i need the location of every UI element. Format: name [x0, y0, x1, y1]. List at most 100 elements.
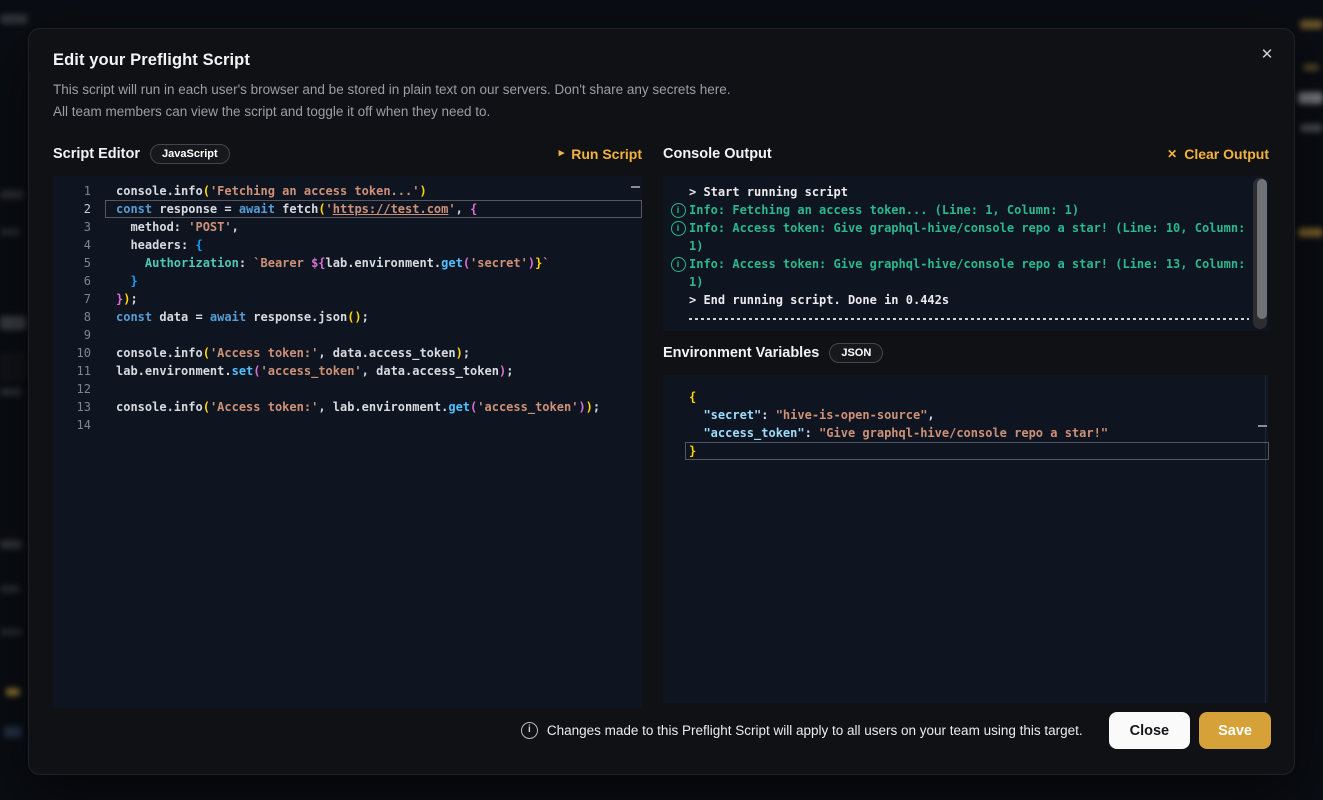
backdrop-artifact: [1298, 228, 1323, 237]
code-line[interactable]: 10console.info('Access token:', data.acc…: [53, 344, 642, 362]
line-number: [663, 442, 685, 460]
script-editor-header: Script Editor JavaScript ▸ Run Script: [53, 139, 642, 168]
backdrop-artifact: [0, 14, 28, 24]
modal-body: Script Editor JavaScript ▸ Run Script 1c…: [53, 139, 1269, 708]
code-text: const data = await response.json();: [105, 308, 642, 326]
code-line[interactable]: 5 Authorization: `Bearer ${lab.environme…: [53, 254, 642, 272]
code-line[interactable]: 11lab.environment.set('access_token', da…: [53, 362, 642, 380]
console-entry-text: Info: Fetching an access token... (Line:…: [689, 201, 1251, 219]
console-entry: [667, 309, 1251, 320]
code-line[interactable]: 6 }: [53, 272, 642, 290]
line-number: 2: [53, 200, 105, 218]
console-header: Console Output ✕ Clear Output: [663, 139, 1269, 168]
code-text: console.info('Access token:', data.acces…: [105, 344, 642, 362]
backdrop-artifact: [4, 726, 22, 738]
console-entry-text: > Start running script: [689, 183, 1251, 201]
run-script-button[interactable]: ▸ Run Script: [559, 146, 642, 162]
info-icon: i: [667, 201, 689, 219]
code-line[interactable]: 4 headers: {: [53, 236, 642, 254]
line-number: 10: [53, 344, 105, 362]
line-number: 6: [53, 272, 105, 290]
code-text: }: [105, 272, 642, 290]
code-line[interactable]: "access_token": "Give graphql-hive/conso…: [663, 424, 1269, 442]
info-icon: i: [521, 722, 538, 739]
info-circle-icon: i: [671, 257, 686, 272]
backdrop-artifact: [1303, 64, 1319, 71]
code-text: headers: {: [105, 236, 642, 254]
console-entries: > Start running scriptiInfo: Fetching an…: [667, 183, 1251, 320]
console-entry-text: Info: Access token: Give graphql-hive/co…: [689, 219, 1251, 255]
info-icon: i: [667, 219, 689, 255]
close-icon[interactable]: ✕: [1254, 41, 1280, 67]
line-number: 3: [53, 218, 105, 236]
code-text: });: [105, 290, 642, 308]
backdrop-artifact: [0, 316, 26, 330]
run-script-label: Run Script: [571, 146, 642, 162]
info-circle-icon: i: [671, 203, 686, 218]
modal-footer: i Changes made to this Preflight Script …: [53, 712, 1271, 749]
save-button[interactable]: Save: [1199, 712, 1271, 749]
code-line[interactable]: {: [663, 388, 1269, 406]
backdrop-artifact: [6, 688, 20, 696]
code-line[interactable]: }: [663, 442, 1269, 460]
code-line[interactable]: 8const data = await response.json();: [53, 308, 642, 326]
console-entry-text: > End running script. Done in 0.442s: [689, 291, 1251, 309]
console-separator: [689, 318, 1249, 320]
clear-output-button[interactable]: ✕ Clear Output: [1167, 146, 1269, 162]
scrollbar-thumb[interactable]: [1257, 179, 1267, 319]
json-badge: JSON: [829, 343, 883, 363]
description-line: All team members can view the script and…: [53, 101, 1270, 123]
script-code-editor[interactable]: 1console.info('Fetching an access token.…: [53, 176, 642, 708]
code-line[interactable]: "secret": "hive-is-open-source",: [663, 406, 1269, 424]
line-number: 8: [53, 308, 105, 326]
page-title: Edit your Preflight Script: [53, 51, 1270, 70]
code-text: const response = await fetch('https://te…: [105, 200, 642, 218]
line-number: 11: [53, 362, 105, 380]
code-line[interactable]: 3 method: 'POST',: [53, 218, 642, 236]
line-number: [663, 406, 685, 424]
console-entry: iInfo: Fetching an access token... (Line…: [667, 201, 1251, 219]
console-output[interactable]: > Start running scriptiInfo: Fetching an…: [663, 176, 1269, 331]
code-line[interactable]: 1console.info('Fetching an access token.…: [53, 182, 642, 200]
code-line[interactable]: 13console.info('Access token:', lab.envi…: [53, 398, 642, 416]
backdrop-artifact: [0, 228, 20, 236]
backdrop-artifact: [0, 628, 22, 636]
info-circle-icon: i: [671, 221, 686, 236]
line-number: [663, 424, 685, 442]
console-entry: > End running script. Done in 0.442s: [667, 291, 1251, 309]
env-code-lines: { "secret": "hive-is-open-source", "acce…: [663, 388, 1269, 460]
code-line[interactable]: 7});: [53, 290, 642, 308]
code-line[interactable]: 12: [53, 380, 642, 398]
console-gutter: [667, 183, 689, 201]
code-text: "secret": "hive-is-open-source",: [685, 406, 1269, 424]
play-icon: ▸: [559, 148, 565, 159]
code-text: [105, 416, 642, 434]
console-title: Console Output: [663, 146, 772, 162]
script-code-lines: 1console.info('Fetching an access token.…: [53, 182, 642, 434]
console-entry: iInfo: Access token: Give graphql-hive/c…: [667, 255, 1251, 291]
backdrop-artifact: [1300, 20, 1323, 29]
description-line: This script will run in each user's brow…: [53, 79, 1270, 101]
overview-ruler-mark: [631, 186, 640, 188]
env-vars-editor[interactable]: { "secret": "hive-is-open-source", "acce…: [663, 375, 1269, 703]
footer-note-text: Changes made to this Preflight Script wi…: [547, 723, 1083, 738]
code-line[interactable]: 9: [53, 326, 642, 344]
modal-description: This script will run in each user's brow…: [53, 79, 1270, 122]
code-text: [105, 326, 642, 344]
line-number: 9: [53, 326, 105, 344]
code-line[interactable]: 14: [53, 416, 642, 434]
code-text: Authorization: `Bearer ${lab.environment…: [105, 254, 642, 272]
code-text: console.info('Fetching an access token..…: [105, 182, 642, 200]
script-editor-panel: Script Editor JavaScript ▸ Run Script 1c…: [53, 139, 642, 708]
console-entry: iInfo: Access token: Give graphql-hive/c…: [667, 219, 1251, 255]
code-text: method: 'POST',: [105, 218, 642, 236]
clear-output-label: Clear Output: [1184, 146, 1269, 162]
close-button[interactable]: Close: [1109, 712, 1191, 749]
backdrop-artifact: [1298, 92, 1323, 104]
line-number: 5: [53, 254, 105, 272]
line-number: [663, 388, 685, 406]
backdrop-artifact: [1300, 124, 1322, 132]
line-number: 7: [53, 290, 105, 308]
clear-icon: ✕: [1167, 148, 1177, 160]
code-line[interactable]: 2const response = await fetch('https://t…: [53, 200, 642, 218]
